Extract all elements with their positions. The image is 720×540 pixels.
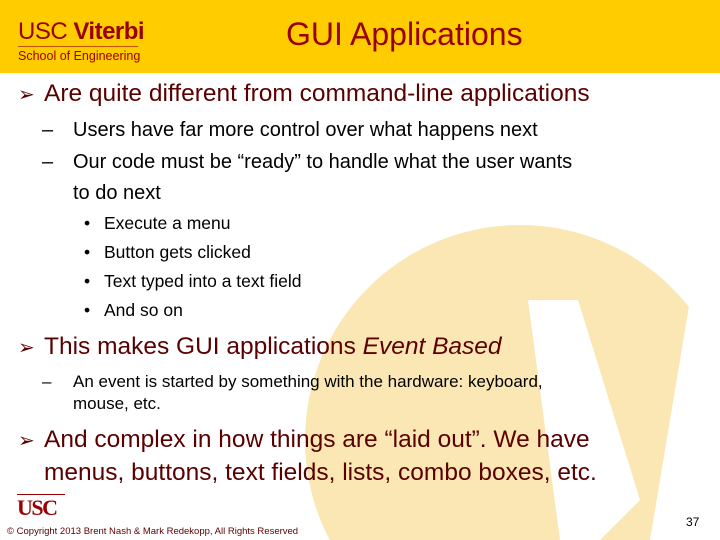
bullet-text: And so on (104, 300, 183, 320)
bullet-level2: – Our code must be “ready” to handle what… (42, 151, 572, 174)
bullet-level1: ➢ And complex in how things are “laid out… (18, 426, 590, 454)
bullet-continuation: to do next (73, 182, 161, 204)
bullet-level3: • And so on (84, 300, 183, 321)
bullet-text: An event is started by something with th… (73, 372, 543, 391)
bullet-level3: • Button gets clicked (84, 242, 251, 263)
bullet-emphasis: Event Based (362, 333, 502, 360)
bullet-continuation: mouse, etc. (73, 394, 161, 413)
usc-wordmark: USC (17, 495, 58, 520)
bullet-text: This makes GUI applications (44, 333, 363, 360)
dot-bullet-icon: • (84, 242, 91, 262)
bullet-level2: – An event is started by something with t… (42, 372, 543, 392)
dot-bullet-icon: • (84, 271, 91, 291)
slide-body: ➢ Are quite different from command-line a… (0, 0, 720, 540)
dash-bullet-icon: – (42, 119, 54, 141)
dash-bullet-icon: – (42, 372, 52, 391)
copyright-notice: © Copyright 2013 Brent Nash & Mark Redek… (7, 526, 299, 537)
bullet-continuation: menus, buttons, text fields, lists, comb… (44, 459, 597, 486)
bullet-text: Text typed into a text field (104, 271, 302, 291)
bullet-text: Execute a menu (104, 213, 231, 233)
usc-footer-logo: USC (17, 494, 65, 520)
dot-bullet-icon: • (84, 213, 91, 233)
bullet-level3: • Execute a menu (84, 213, 230, 234)
bullet-level1: ➢ Are quite different from command-line a… (18, 80, 590, 108)
dot-bullet-icon: • (84, 300, 91, 320)
bullet-text: Users have far more control over what ha… (73, 119, 538, 141)
arrow-bullet-icon: ➢ (18, 337, 35, 359)
arrow-bullet-icon: ➢ (18, 84, 35, 106)
bullet-text: Our code must be “ready” to handle what … (73, 151, 573, 173)
bullet-text: And complex in how things are “laid out”… (44, 426, 590, 453)
bullet-level2: – Users have far more control over what h… (42, 119, 538, 142)
bullet-level1: ➢ This makes GUI applications Event Based (18, 333, 502, 361)
bullet-text: Button gets clicked (104, 242, 251, 262)
arrow-bullet-icon: ➢ (18, 430, 35, 452)
dash-bullet-icon: – (42, 151, 54, 173)
page-number: 37 (686, 515, 700, 529)
bullet-text: Are quite different from command-line ap… (44, 80, 590, 107)
bullet-level3: • Text typed into a text field (84, 271, 301, 292)
